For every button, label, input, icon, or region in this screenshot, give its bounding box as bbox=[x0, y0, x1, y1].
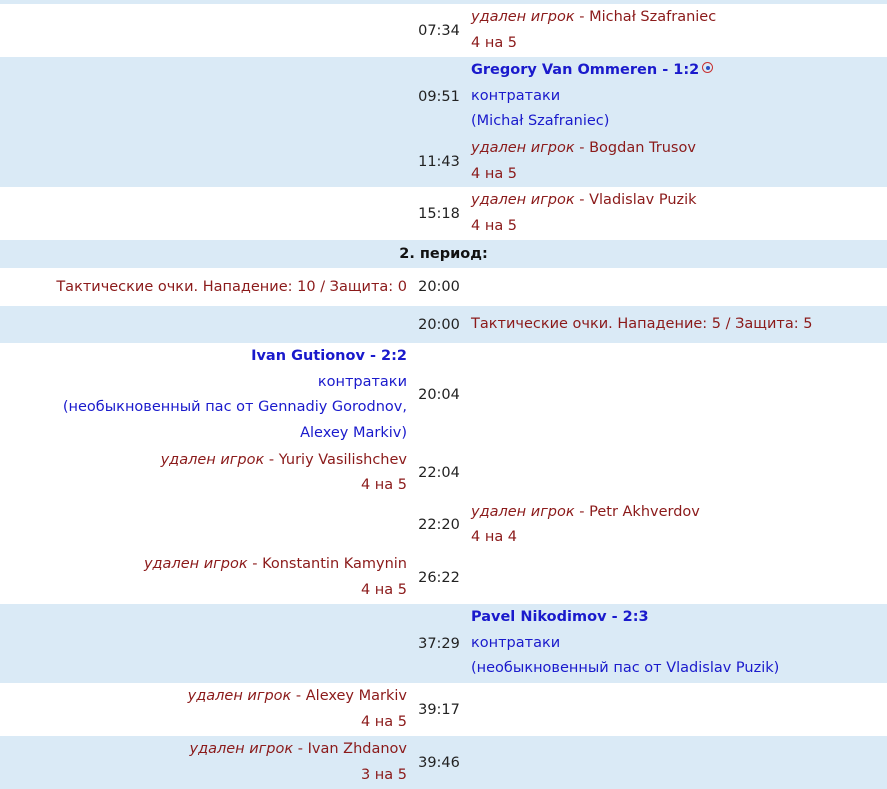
situation: 4 на 5 bbox=[471, 217, 518, 234]
home-cell bbox=[0, 306, 411, 343]
event-time: 39:17 bbox=[418, 701, 460, 718]
period-header: 2. период: bbox=[0, 240, 887, 268]
penalty-event: удален игрок - Bogdan Trusov 4 на 5 bbox=[467, 136, 887, 187]
match-log: 07:34 удален игрок - Michał Szafraniec 4… bbox=[0, 0, 887, 789]
situation: 4 на 5 bbox=[360, 581, 407, 598]
goal-assist: (Michał Szafraniec) bbox=[471, 113, 610, 130]
goal-assist: (необыкновенный пас от Gennadiy Gorodnov… bbox=[62, 399, 407, 441]
home-cell bbox=[0, 604, 411, 683]
penalty-event: удален игрок - Ivan Zhdanov 3 на 5 bbox=[0, 736, 411, 789]
target-icon bbox=[702, 62, 714, 74]
player-name: Petr Akhverdov bbox=[589, 503, 700, 520]
situation: 4 на 5 bbox=[360, 477, 407, 493]
away-cell bbox=[467, 447, 887, 499]
away-cell bbox=[467, 343, 887, 447]
event-row: Тактические очки. Нападение: 10 / Защита… bbox=[0, 268, 887, 306]
player-name: Ivan Zhdanov bbox=[307, 741, 407, 757]
event-time: 22:04 bbox=[418, 465, 460, 481]
event-time: 20:00 bbox=[418, 279, 460, 295]
situation: 4 на 5 bbox=[360, 713, 407, 730]
event-row: 07:34 удален игрок - Michał Szafraniec 4… bbox=[0, 4, 887, 57]
event-time: 15:18 bbox=[418, 205, 460, 222]
situation: 4 на 5 bbox=[471, 165, 518, 182]
goal-scorer[interactable]: Ivan Gutionov - 2:2 bbox=[251, 348, 407, 364]
penalty-label: удален игрок bbox=[471, 503, 575, 520]
player-name: Bogdan Trusov bbox=[589, 140, 696, 156]
event-time: 37:29 bbox=[418, 635, 460, 652]
player-name: Yuriy Vasilishchev bbox=[278, 451, 407, 468]
event-group: Ivan Gutionov - 2:2 контратаки (необыкно… bbox=[0, 343, 887, 604]
goal-scorer[interactable]: Gregory Van Ommeren - 1:2 bbox=[471, 62, 699, 78]
penalty-event: удален игрок - Konstantin Kamynin 4 на 5 bbox=[0, 551, 411, 604]
goal-event: Ivan Gutionov - 2:2 контратаки (необыкно… bbox=[0, 343, 411, 447]
penalty-event: удален игрок - Alexey Markiv 4 на 5 bbox=[0, 683, 411, 736]
event-time: 22:20 bbox=[418, 517, 460, 533]
goal-type: контратаки bbox=[471, 634, 561, 651]
event-time: 07:34 bbox=[418, 22, 460, 39]
event-row: 37:29 Pavel Nikodimov - 2:3 контратаки (… bbox=[0, 604, 887, 683]
event-row: 15:18 удален игрок - Vladislav Puzik 4 н… bbox=[0, 187, 887, 240]
event-time: 39:46 bbox=[418, 754, 460, 771]
event-time: 09:51 bbox=[418, 88, 460, 105]
penalty-event: удален игрок - Michał Szafraniec 4 на 5 bbox=[467, 4, 887, 57]
event-row: удален игрок - Alexey Markiv 4 на 5 39:1… bbox=[0, 683, 887, 736]
penalty-event: удален игрок - Vladislav Puzik 4 на 5 bbox=[467, 187, 887, 240]
event-row: 20:00 Тактические очки. Нападение: 5 / З… bbox=[0, 306, 887, 343]
event-row: удален игрок - Ivan Zhdanov 3 на 5 39:46 bbox=[0, 736, 887, 789]
goal-event: Pavel Nikodimov - 2:3 контратаки (необык… bbox=[467, 604, 887, 683]
away-cell bbox=[467, 736, 887, 789]
home-cell bbox=[0, 499, 411, 551]
player-name: Konstantin Kamynin bbox=[262, 556, 407, 572]
penalty-label: удален игрок bbox=[160, 451, 265, 468]
period-label: 2. период: bbox=[399, 246, 488, 262]
player-name: Vladislav Puzik bbox=[589, 192, 697, 208]
event-time: 20:00 bbox=[418, 316, 460, 333]
player-name: Alexey Markiv bbox=[305, 688, 407, 704]
penalty-label: удален игрок bbox=[471, 140, 575, 156]
goal-assist: (необыкновенный пас от Vladislav Puzik) bbox=[471, 660, 780, 677]
penalty-label: удален игрок bbox=[187, 688, 292, 704]
event-time: 11:43 bbox=[418, 153, 460, 170]
away-cell bbox=[467, 683, 887, 736]
home-cell bbox=[0, 57, 411, 187]
penalty-label: удален игрок bbox=[143, 556, 248, 572]
event-group: 09:51 Gregory Van Ommeren - 1:2 контрата… bbox=[0, 57, 887, 187]
goal-type: контратаки bbox=[471, 87, 561, 104]
home-cell bbox=[0, 187, 411, 240]
away-cell bbox=[467, 268, 887, 306]
situation: 3 на 5 bbox=[360, 766, 407, 783]
penalty-label: удален игрок bbox=[189, 741, 294, 757]
player-name: Michał Szafraniec bbox=[589, 9, 717, 25]
event-time: 20:04 bbox=[418, 387, 460, 403]
penalty-event: удален игрок - Petr Akhverdov 4 на 4 bbox=[467, 499, 887, 551]
goal-event: Gregory Van Ommeren - 1:2 контратаки (Mi… bbox=[467, 57, 887, 136]
situation: 4 на 5 bbox=[471, 34, 518, 51]
goal-scorer[interactable]: Pavel Nikodimov - 2:3 bbox=[471, 609, 649, 625]
tactics-event: Тактические очки. Нападение: 5 / Защита:… bbox=[471, 316, 813, 332]
event-time: 26:22 bbox=[418, 569, 460, 586]
situation: 4 на 4 bbox=[471, 529, 518, 545]
goal-type: контратаки bbox=[317, 373, 407, 390]
penalty-event: удален игрок - Yuriy Vasilishchev 4 на 5 bbox=[0, 447, 411, 499]
away-cell bbox=[467, 551, 887, 604]
penalty-label: удален игрок bbox=[471, 192, 575, 208]
home-cell bbox=[0, 4, 411, 57]
penalty-label: удален игрок bbox=[471, 9, 575, 25]
tactics-event: Тактические очки. Нападение: 10 / Защита… bbox=[56, 278, 407, 295]
